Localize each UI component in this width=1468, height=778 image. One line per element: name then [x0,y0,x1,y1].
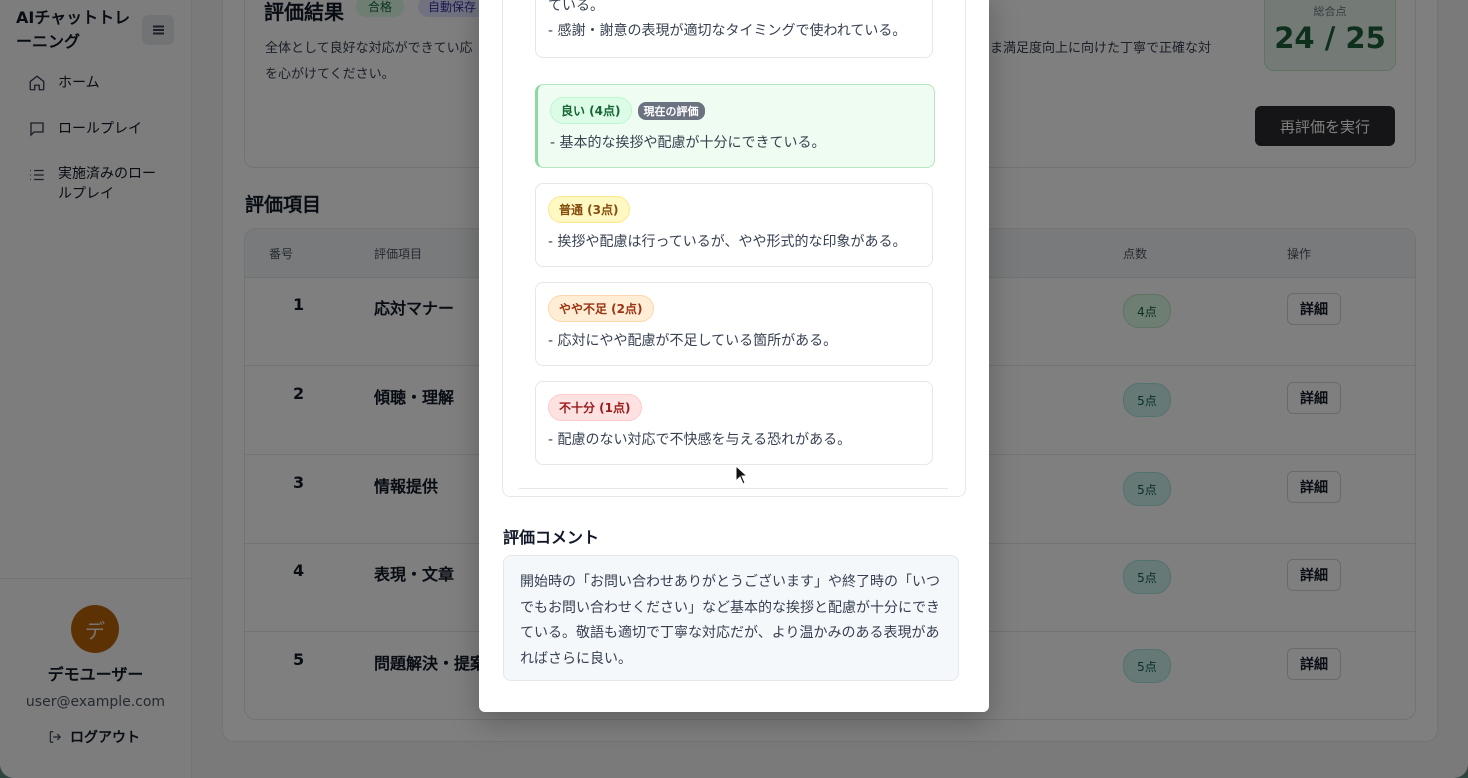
detail-modal: ている。 - 感謝・謝意の表現が適切なタイミングで使われている。 良い (4点)… [479,0,989,712]
level-badge: 不十分 (1点) [548,394,642,421]
criteria-desc: - 応対にやや配慮が不足している箇所がある。 [548,333,838,349]
mouse-cursor-icon [735,465,749,485]
criteria-desc: - 基本的な挨拶や配慮が十分にできている。 [550,135,826,151]
criteria-card-lacking: やや不足 (2点) - 応対にやや配慮が不足している箇所がある。 [535,282,933,366]
level-badge: やや不足 (2点) [548,295,654,322]
comment-title: 評価コメント [503,528,600,547]
criteria-card-average: 普通 (3点) - 挨拶や配慮は行っているが、やや形式的な印象がある。 [535,183,933,267]
criteria-card-insufficient: 不十分 (1点) - 配慮のない対応で不快感を与える恐れがある。 [535,381,933,465]
criteria-card-good: 良い (4点) 現在の評価 - 基本的な挨拶や配慮が十分にできている。 [535,84,935,168]
level-badge: 良い (4点) [550,97,632,124]
comment-box: 開始時の「お問い合わせありがとうございます」や終了時の「いつでもお問い合わせくだ… [503,555,959,681]
current-rating-tag: 現在の評価 [637,101,705,120]
criteria-text: ている。 [548,0,604,14]
criteria-desc: - 配慮のない対応で不快感を与える恐れがある。 [548,432,852,448]
criteria-desc: - 挨拶や配慮は行っているが、やや形式的な印象がある。 [548,234,907,250]
criteria-text: - 感謝・謝意の表現が適切なタイミングで使われている。 [548,23,907,39]
level-badge: 普通 (3点) [548,196,630,223]
criteria-card-excellent: ている。 - 感謝・謝意の表現が適切なタイミングで使われている。 [535,0,933,58]
divider [519,488,948,489]
